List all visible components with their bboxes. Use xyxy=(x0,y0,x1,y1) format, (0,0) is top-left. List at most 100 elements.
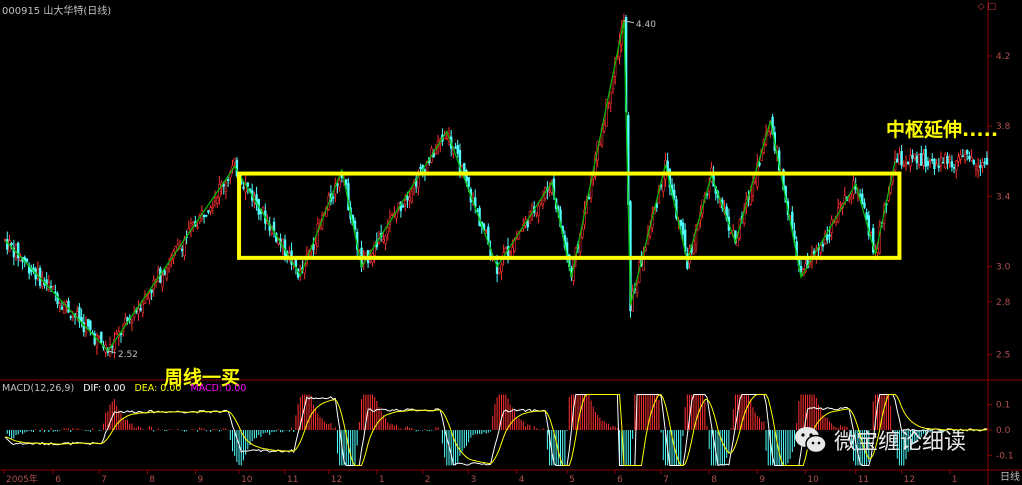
dea-value: DEA: 0.00 xyxy=(134,383,182,394)
candle-body xyxy=(49,286,53,288)
candle-body xyxy=(957,156,960,162)
candle-body xyxy=(985,157,989,165)
candle-body xyxy=(950,161,954,168)
candle-body xyxy=(419,166,422,170)
candle-body xyxy=(386,227,389,235)
candle-body xyxy=(839,202,842,205)
macd-tick-label: -0.1 xyxy=(996,451,1014,461)
candle-body xyxy=(920,153,923,166)
candle-body xyxy=(692,241,696,254)
candle-body xyxy=(6,238,9,250)
candle-body xyxy=(922,154,925,166)
candle-body xyxy=(603,124,606,132)
candle-body xyxy=(456,145,459,154)
candle-body xyxy=(406,195,409,201)
candle-body xyxy=(511,247,514,257)
watermark: 微宝缠论细读 xyxy=(794,420,966,460)
candle-body xyxy=(970,157,973,161)
candle-body xyxy=(819,245,822,253)
candle-body xyxy=(681,222,685,235)
candle-body xyxy=(968,155,971,160)
candle-body xyxy=(314,243,317,254)
x-tick-label: 2005年 xyxy=(6,473,38,485)
x-tick-label: 9 xyxy=(197,475,203,485)
candle-body xyxy=(10,243,13,245)
candle-body xyxy=(139,308,142,311)
candle-body xyxy=(202,214,206,218)
chart-title: 000915 山大华特(日线) xyxy=(2,6,112,17)
candle-body xyxy=(753,181,757,184)
candle-body xyxy=(316,223,319,247)
candle-body xyxy=(509,251,512,253)
candle-body xyxy=(191,222,195,226)
candle-body xyxy=(100,331,103,344)
candle-body xyxy=(861,193,864,205)
candle-body xyxy=(869,232,873,235)
candle-body xyxy=(130,321,134,324)
candle-body xyxy=(384,235,387,244)
candle-body xyxy=(458,150,462,175)
candle-body xyxy=(821,243,825,247)
candle-body xyxy=(124,317,127,324)
candle-body xyxy=(928,160,932,162)
candle-body xyxy=(974,166,978,170)
y-tick-label: 2.5 xyxy=(996,350,1010,360)
macd-legend: MACD(12,26,9) DIF: 0.00 DEA: 0.00 MACD: … xyxy=(2,383,252,394)
candle-body xyxy=(592,175,595,179)
diamond-icon[interactable]: ◇ xyxy=(978,2,985,12)
candle-body xyxy=(935,163,938,166)
candle-body xyxy=(609,91,613,105)
candle-body xyxy=(205,214,208,217)
candle-body xyxy=(906,161,910,165)
candle-body xyxy=(404,200,407,205)
candle-body xyxy=(902,165,906,167)
candle-body xyxy=(86,319,90,327)
candle-body xyxy=(463,163,466,173)
x-tick-label: 10 xyxy=(807,475,819,485)
candle-body xyxy=(850,197,853,200)
candle-body xyxy=(408,197,411,201)
x-tick-label: 8 xyxy=(711,475,717,485)
candle-body xyxy=(207,210,210,213)
candle-body xyxy=(233,158,236,164)
x-tick-label: 9 xyxy=(759,475,765,485)
candle-body xyxy=(51,286,55,290)
macd-tick-label: 0.0 xyxy=(996,426,1011,436)
macd-name: MACD(12,26,9) xyxy=(2,383,75,394)
candle-body xyxy=(65,302,68,306)
candle-body xyxy=(213,197,217,202)
candle-body xyxy=(758,162,761,166)
candle-body xyxy=(955,160,958,171)
candle-body xyxy=(216,197,219,204)
watermark-text: 微宝缠论细读 xyxy=(834,430,967,455)
candle-body xyxy=(863,202,866,208)
candle-body xyxy=(294,259,298,268)
candle-body xyxy=(961,155,965,158)
candle-body xyxy=(963,153,967,161)
candle-body xyxy=(410,190,414,203)
close-icon[interactable]: □ xyxy=(987,2,996,12)
x-tick-label: 6 xyxy=(55,475,61,485)
candle-body xyxy=(900,150,903,166)
candle-body xyxy=(25,258,29,262)
high-marker-label: 4.40 xyxy=(636,20,656,30)
candle-body xyxy=(937,165,941,168)
candle-body xyxy=(226,179,230,181)
low-marker-label: 2.52 xyxy=(118,350,138,360)
candle-body xyxy=(924,149,927,167)
window-controls[interactable]: ◇ □ xyxy=(978,2,996,12)
x-axis-unit: 日线 xyxy=(1000,472,1020,483)
candle-body xyxy=(915,155,919,164)
candle-body xyxy=(111,346,114,348)
candle-body xyxy=(898,153,901,165)
x-tick-label: 12 xyxy=(331,475,342,485)
x-tick-label: 1 xyxy=(952,475,958,485)
candle-body xyxy=(736,237,739,247)
candle-body xyxy=(865,212,868,220)
candle-body xyxy=(948,157,951,160)
x-tick-label: 8 xyxy=(149,475,155,485)
candle-body xyxy=(148,293,151,299)
y-tick-label: 3.8 xyxy=(996,122,1011,132)
candle-body xyxy=(913,153,916,159)
candle-body xyxy=(196,226,199,229)
